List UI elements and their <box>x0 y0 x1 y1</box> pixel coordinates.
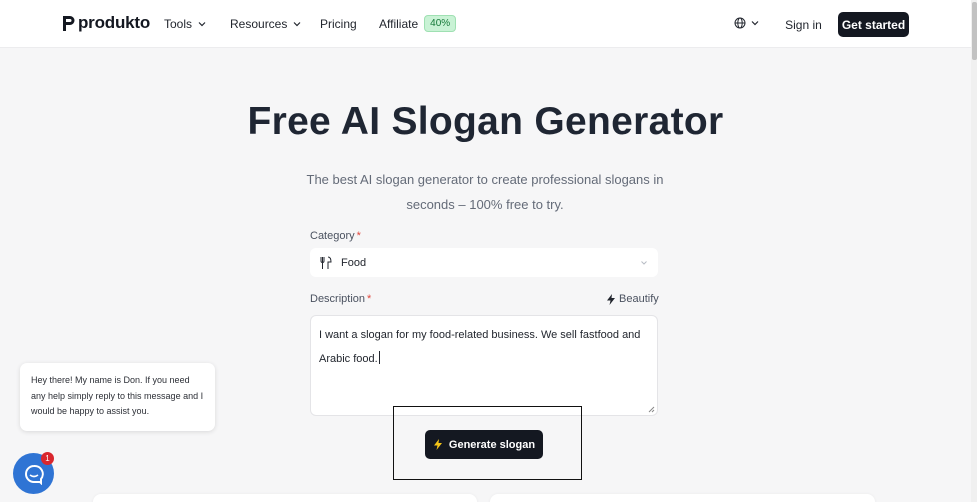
result-card-left <box>93 494 477 502</box>
generate-slogan-label: Generate slogan <box>448 438 536 451</box>
category-value: Food <box>341 256 367 269</box>
chat-icon <box>24 464 44 485</box>
chevron-down-icon <box>198 22 206 27</box>
beautify-button[interactable]: Beautify <box>606 293 659 305</box>
nav-resources[interactable]: Resources <box>230 17 301 31</box>
unread-count-badge: 1 <box>41 452 54 465</box>
chevron-down-icon <box>641 261 647 265</box>
affiliate-badge: 40% <box>424 15 457 32</box>
resize-handle-icon[interactable] <box>647 405 655 413</box>
description-textarea[interactable]: I want a slogan for my food-related busi… <box>310 315 658 416</box>
nav-affiliate-label: Affiliate <box>379 16 419 31</box>
produkto-logo-icon <box>63 16 75 31</box>
required-mark: * <box>356 230 361 242</box>
description-label: Description * <box>310 293 371 305</box>
nav-affiliate[interactable]: Affiliate 40% <box>379 15 457 32</box>
lightning-icon <box>433 439 442 450</box>
page-subtitle: The best AI slogan generator to create p… <box>306 172 664 212</box>
beautify-label: Beautify <box>619 293 659 305</box>
page-scrollbar[interactable] <box>971 0 977 502</box>
category-label-text: Category <box>310 230 355 242</box>
category-label: Category * <box>310 230 361 242</box>
site-header: produkto Tools Resources Pricing Affilia… <box>0 0 971 48</box>
nav-tools-label: Tools <box>164 17 193 31</box>
nav-resources-label: Resources <box>230 17 288 31</box>
description-text: I want a slogan for my food-related busi… <box>319 329 641 365</box>
nav-pricing[interactable]: Pricing <box>320 17 357 31</box>
language-selector[interactable] <box>734 17 759 29</box>
fork-knife-icon <box>320 256 332 269</box>
required-mark: * <box>367 293 372 305</box>
globe-icon <box>734 17 746 29</box>
page-title: Free AI Slogan Generator <box>247 100 724 143</box>
chevron-down-icon <box>293 22 301 27</box>
nav-pricing-label: Pricing <box>320 17 357 31</box>
category-select[interactable]: Food <box>310 248 658 277</box>
text-cursor <box>378 351 380 364</box>
description-label-text: Description <box>310 293 366 305</box>
sign-in-button[interactable]: Sign in <box>778 12 829 37</box>
lightning-icon <box>607 293 615 305</box>
logo-text: produkto <box>78 13 151 32</box>
nav-tools[interactable]: Tools <box>164 17 206 31</box>
chat-message-bubble[interactable]: Hey there! My name is Don. If you need a… <box>20 363 215 431</box>
chat-message-text: Hey there! My name is Don. If you need a… <box>31 375 204 416</box>
get-started-button[interactable]: Get started <box>838 12 909 37</box>
chevron-down-icon <box>751 21 759 26</box>
scrollbar-thumb[interactable] <box>972 2 977 60</box>
result-card-right <box>490 494 875 502</box>
generate-slogan-button[interactable]: Generate slogan <box>425 430 543 459</box>
logo[interactable]: produkto <box>61 13 150 33</box>
